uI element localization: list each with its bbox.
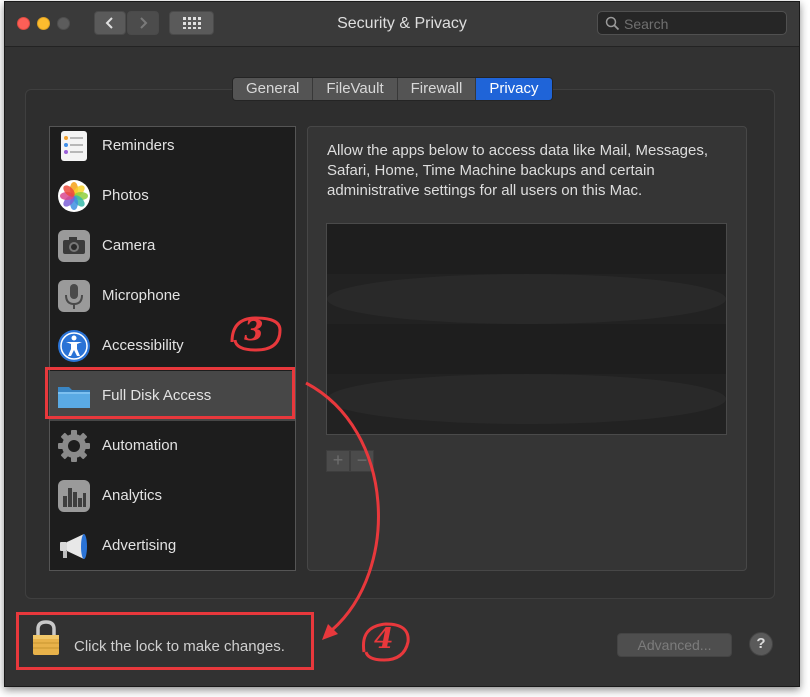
list-row: [327, 324, 726, 374]
sidebar-item-label: Automation: [102, 437, 178, 454]
tab-firewall[interactable]: Firewall: [397, 78, 477, 100]
tab-general[interactable]: General: [233, 78, 314, 100]
gear-icon: [58, 430, 90, 462]
highlight-lock: [16, 612, 314, 670]
sidebar-item-reminders[interactable]: Reminders: [50, 127, 295, 171]
step-4-number: 4: [374, 622, 394, 655]
camera-icon: [58, 230, 90, 262]
list-row: [327, 224, 726, 274]
add-app-button[interactable]: +: [326, 450, 350, 472]
microphone-icon: [58, 280, 90, 312]
sidebar-item-photos[interactable]: Photos: [50, 171, 295, 221]
sidebar-item-label: Analytics: [102, 487, 163, 504]
sidebar-item-label: Photos: [102, 187, 149, 204]
accessibility-icon: [58, 330, 90, 362]
list-row: [327, 374, 726, 424]
security-privacy-window: Security & Privacy Search General FileVa…: [4, 1, 800, 687]
highlight-full-disk-access: [45, 367, 295, 419]
sidebar-item-analytics[interactable]: Analytics: [50, 471, 295, 521]
sidebar-item-advertising[interactable]: Advertising: [50, 521, 295, 570]
tab-bar: General FileVault Firewall Privacy: [232, 77, 553, 101]
app-list[interactable]: [326, 223, 727, 435]
sidebar-item-label: Advertising: [102, 537, 177, 554]
advanced-button[interactable]: Advanced...: [617, 633, 732, 657]
sidebar-item-label: Camera: [102, 237, 156, 254]
reminders-icon: [61, 131, 87, 161]
remove-app-button[interactable]: −: [350, 450, 374, 472]
sidebar-item-label: Accessibility: [102, 337, 184, 354]
privacy-description: Allow the apps below to access data like…: [327, 142, 709, 199]
list-row: [327, 274, 726, 324]
step-3-number: 3: [244, 314, 264, 347]
privacy-category-list[interactable]: Reminders Photos Camera Microphone Acces…: [49, 126, 296, 571]
search-placeholder: Search: [624, 16, 669, 32]
sidebar-item-camera[interactable]: Camera: [50, 221, 295, 271]
sidebar-item-label: Microphone: [102, 287, 181, 304]
megaphone-icon: [60, 534, 87, 559]
search-input[interactable]: Search: [597, 11, 787, 35]
tab-filevault[interactable]: FileVault: [313, 78, 398, 100]
sidebar-item-automation[interactable]: Automation: [50, 421, 295, 471]
analytics-icon: [58, 480, 90, 512]
title-bar: Security & Privacy Search: [5, 2, 799, 47]
search-icon: [605, 16, 620, 31]
sidebar-item-label: Reminders: [102, 137, 175, 154]
tab-privacy[interactable]: Privacy: [476, 78, 552, 100]
photos-icon: [58, 180, 90, 212]
help-button[interactable]: ?: [749, 632, 773, 656]
